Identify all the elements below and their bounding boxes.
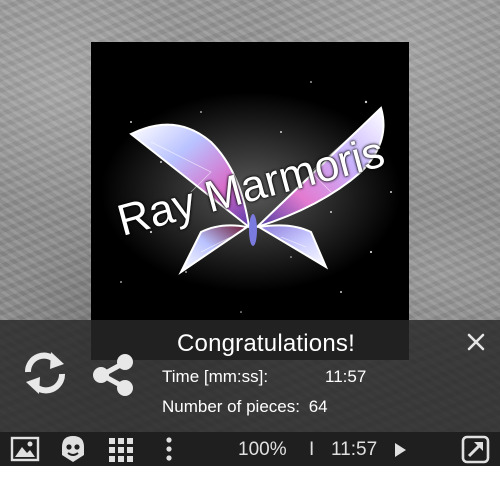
page-bottom-area — [0, 466, 500, 497]
time-row: Time [mm:ss]: 11:57 — [162, 367, 366, 387]
fullscreen-icon — [461, 435, 490, 464]
pieces-label: Number of pieces: — [162, 397, 300, 416]
pieces-row: Number of pieces: 64 — [162, 397, 328, 417]
image-button[interactable] — [8, 432, 42, 466]
more-vertical-icon — [166, 437, 172, 461]
zoom-level[interactable]: 100% — [238, 439, 287, 461]
grid-button[interactable] — [106, 432, 136, 466]
ghost-button[interactable] — [56, 432, 90, 466]
puzzle-image: Ray Marmoris — [91, 42, 409, 360]
bottom-toolbar: 100% I 11:57 — [0, 432, 500, 466]
close-icon — [467, 333, 485, 351]
time-label: Time [mm:ss]: — [162, 367, 269, 386]
restart-icon — [24, 352, 66, 394]
fullscreen-button[interactable] — [460, 432, 492, 466]
menu-button[interactable] — [160, 432, 178, 466]
toolbar-separator: I — [309, 439, 315, 460]
share-button[interactable] — [90, 352, 136, 398]
ghost-icon — [62, 436, 84, 462]
restart-button[interactable] — [20, 348, 70, 398]
grid-icon — [109, 438, 133, 462]
timer: 11:57 — [331, 439, 378, 460]
congratulations-title: Congratulations! — [177, 330, 355, 357]
share-icon — [93, 354, 133, 396]
play-button[interactable] — [392, 432, 408, 466]
close-button[interactable] — [464, 330, 488, 354]
pieces-value: 64 — [308, 397, 328, 416]
play-icon — [395, 443, 406, 457]
time-value: 11:57 — [325, 367, 367, 386]
image-icon — [10, 436, 40, 462]
